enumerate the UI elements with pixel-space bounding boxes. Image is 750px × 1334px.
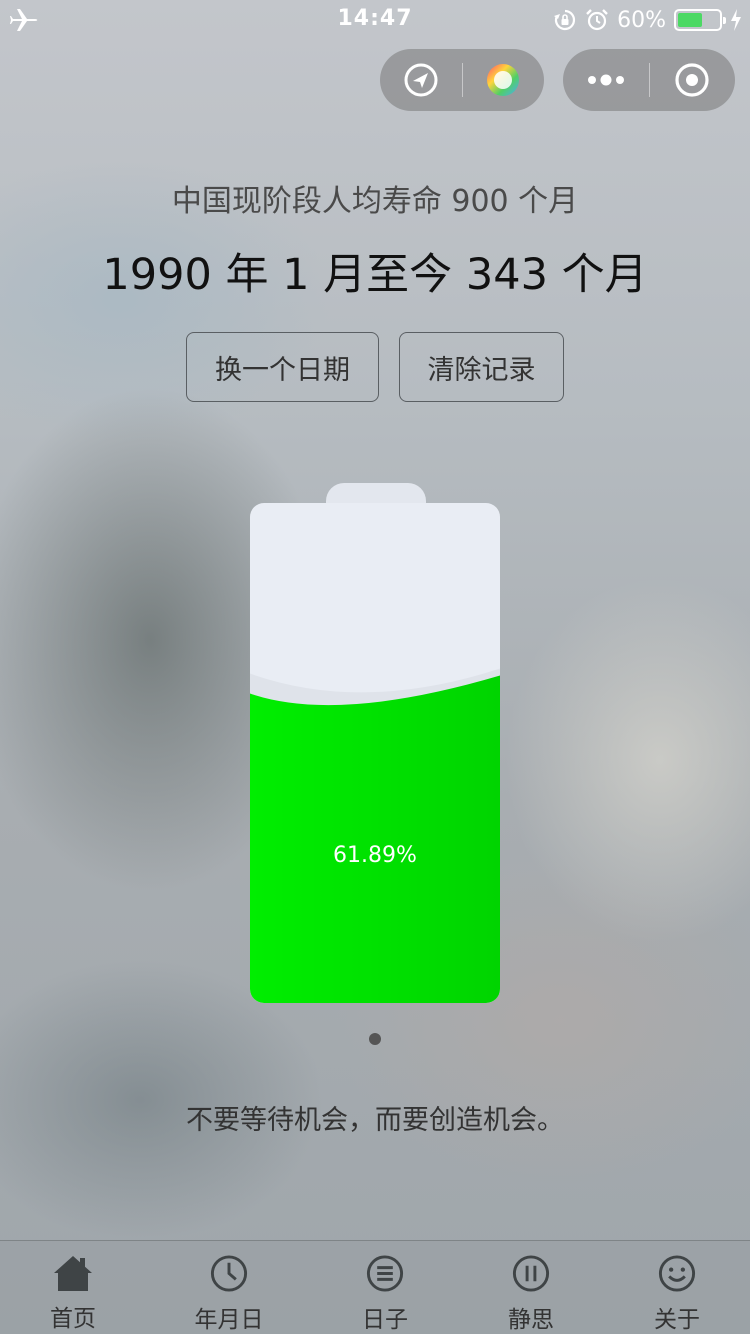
tab-about[interactable]: 关于 [604, 1241, 750, 1334]
more-icon [587, 74, 624, 86]
life-battery: 61.89% [250, 503, 500, 1003]
smile-icon [658, 1255, 696, 1292]
clock-icon [210, 1255, 248, 1292]
list-icon [366, 1255, 404, 1292]
color-wheel-icon [487, 64, 520, 96]
home-icon [54, 1256, 92, 1291]
send-button[interactable] [380, 49, 462, 111]
close-button[interactable] [650, 49, 736, 111]
battery-percent-label: 61.89% [333, 843, 417, 868]
capsule-right [563, 49, 735, 111]
tab-about-label: 关于 [654, 1307, 700, 1333]
orientation-lock-icon [554, 9, 576, 31]
battery-percent-text: 60% [617, 7, 666, 33]
tab-days[interactable]: 日子 [312, 1241, 458, 1334]
tab-days-label: 日子 [362, 1307, 408, 1333]
months-elapsed-text: 1990 年 1 月至今 343 个月 [102, 250, 648, 300]
clear-record-button[interactable]: 清除记录 [399, 332, 564, 402]
capsule-left [380, 49, 544, 111]
tab-home[interactable]: 首页 [0, 1241, 146, 1334]
tab-reflect[interactable]: 静思 [458, 1241, 604, 1334]
more-button[interactable] [563, 49, 649, 111]
lifespan-text: 中国现阶段人均寿命 900 个月 [171, 184, 579, 219]
tab-home-label: 首页 [50, 1306, 96, 1332]
change-date-button[interactable]: 换一个日期 [186, 332, 379, 402]
status-bar: 14:47 60% [0, 0, 750, 40]
status-right-group: 60% [553, 5, 742, 35]
battery-icon [674, 9, 726, 31]
battery-fill-graphic [250, 668, 500, 1003]
tab-date-label: 年月日 [194, 1307, 264, 1333]
send-icon [404, 63, 438, 97]
page-indicator-dot [369, 1033, 381, 1045]
color-wheel-button[interactable] [463, 49, 545, 111]
charging-icon [731, 9, 741, 31]
tab-date[interactable]: 年月日 [146, 1241, 312, 1334]
pause-icon [512, 1255, 550, 1292]
quote-text: 不要等待机会，而要创造机会。 [186, 1105, 564, 1136]
battery-level-fill [678, 13, 702, 27]
battery-wave-front [250, 675, 500, 1003]
tab-reflect-label: 静思 [508, 1307, 554, 1333]
alarm-icon [586, 9, 608, 31]
close-target-icon [675, 63, 709, 97]
tab-bar: 首页 年月日 日子 静思 关于 [0, 1240, 750, 1334]
battery-nub [723, 17, 726, 24]
